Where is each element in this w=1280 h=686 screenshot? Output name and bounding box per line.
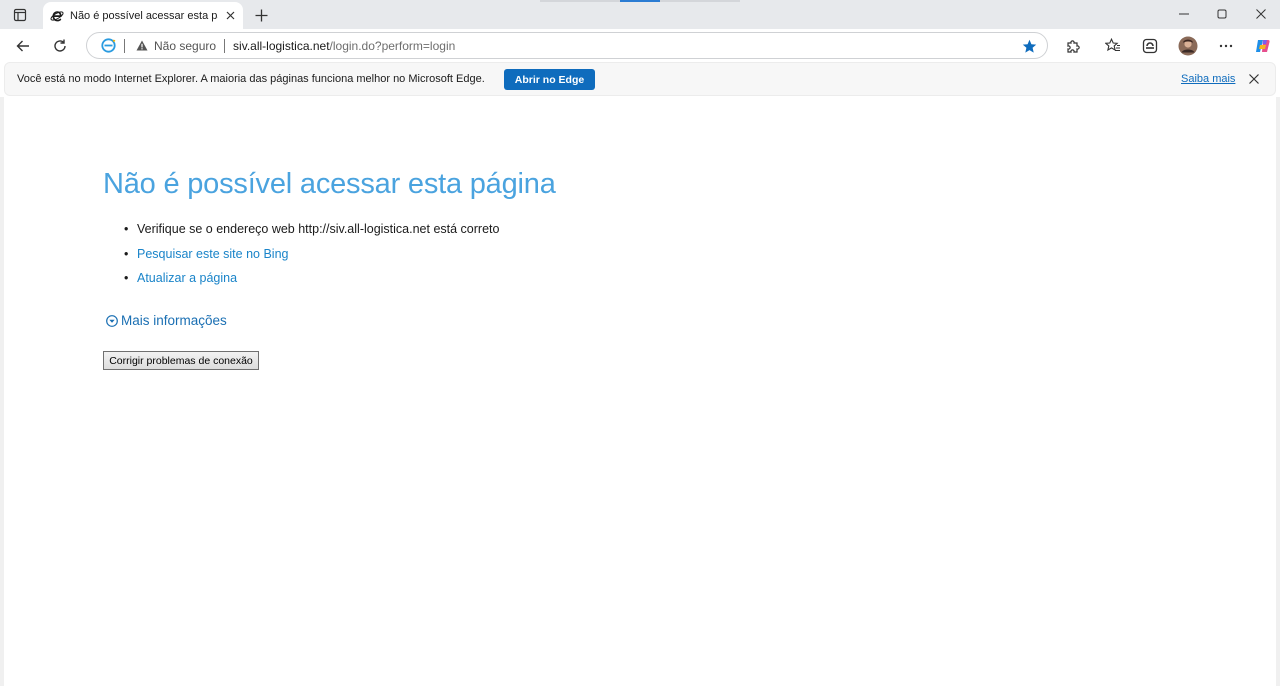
maximize-icon xyxy=(1217,9,1227,19)
chevron-down-circle-icon xyxy=(106,314,118,327)
ie-icon xyxy=(49,8,65,24)
tab-actions-icon xyxy=(13,8,27,22)
suggestion-item: Pesquisar este site no Bing xyxy=(124,246,499,271)
close-icon xyxy=(1249,74,1259,84)
back-icon xyxy=(16,40,29,52)
maximize-button[interactable] xyxy=(1207,4,1237,24)
close-tab-button[interactable] xyxy=(223,8,237,22)
copilot-icon xyxy=(1256,40,1270,52)
close-icon xyxy=(226,11,234,19)
tab-strip-indicator xyxy=(540,0,740,2)
extensions-icon xyxy=(1066,39,1080,53)
tab-active[interactable]: Não é possível acessar esta página xyxy=(43,2,243,29)
back-button[interactable] xyxy=(11,34,35,58)
ie-mode-infobar: Você está no modo Internet Explorer. A m… xyxy=(4,62,1276,96)
open-in-edge-button[interactable]: Abrir no Edge xyxy=(504,69,595,90)
more-info-label: Mais informações xyxy=(121,313,227,328)
new-tab-button[interactable] xyxy=(251,5,271,25)
warning-icon xyxy=(135,39,149,53)
copilot-button[interactable] xyxy=(1252,35,1274,57)
title-bar: Não é possível acessar esta página xyxy=(0,0,1280,29)
collections-icon xyxy=(1142,38,1158,54)
extensions-button[interactable] xyxy=(1062,35,1084,57)
search-bing-link[interactable]: Pesquisar este site no Bing xyxy=(137,247,288,261)
refresh-icon xyxy=(54,39,66,52)
minimize-icon xyxy=(1179,13,1189,15)
page-title: Não é possível acessar esta página xyxy=(103,168,556,200)
favorites-button[interactable] xyxy=(1102,35,1124,57)
plus-icon xyxy=(255,9,267,21)
refresh-page-link[interactable]: Atualizar a página xyxy=(137,271,237,285)
close-icon xyxy=(1256,9,1266,19)
refresh-button[interactable] xyxy=(48,34,72,58)
fix-connection-button[interactable]: Corrigir problemas de conexão xyxy=(103,351,259,370)
url-host: siv.all-logistica.net xyxy=(233,38,330,53)
star-icon xyxy=(1022,39,1036,53)
address-bar[interactable]: Não seguro siv.all-logistica.net/login.d… xyxy=(86,32,1048,59)
collections-button[interactable] xyxy=(1139,35,1161,57)
settings-more-button[interactable] xyxy=(1215,35,1237,57)
favorites-icon xyxy=(1105,38,1120,52)
close-infobar-button[interactable] xyxy=(1247,72,1261,86)
ie-mode-message: Você está no modo Internet Explorer. A m… xyxy=(17,73,485,85)
close-window-button[interactable] xyxy=(1246,4,1276,24)
security-label[interactable]: Não seguro xyxy=(154,39,216,53)
minimize-button[interactable] xyxy=(1169,4,1199,24)
learn-more-link[interactable]: Saiba mais xyxy=(1181,73,1235,85)
more-icon xyxy=(1219,44,1233,48)
address-separator xyxy=(224,38,226,53)
address-separator xyxy=(124,38,125,53)
tab-title: Não é possível acessar esta página xyxy=(70,9,218,22)
tab-actions-button[interactable] xyxy=(8,5,32,25)
tab-strip-accent xyxy=(620,0,660,2)
suggestion-check-address: Verifique se o endereço web http://siv.a… xyxy=(124,221,499,246)
favorite-star-button[interactable] xyxy=(1021,38,1037,54)
url-path: /login.do?perform=login xyxy=(329,38,456,53)
suggestion-list: Verifique se o endereço web http://siv.a… xyxy=(124,221,499,295)
browser-toolbar: Não seguro siv.all-logistica.net/login.d… xyxy=(0,29,1280,62)
suggestion-item: Atualizar a página xyxy=(124,270,499,295)
profile-icon xyxy=(1178,36,1198,56)
profile-button[interactable] xyxy=(1177,35,1199,57)
ie-mode-icon[interactable] xyxy=(100,38,116,54)
more-info-toggle[interactable]: Mais informações xyxy=(106,313,227,328)
